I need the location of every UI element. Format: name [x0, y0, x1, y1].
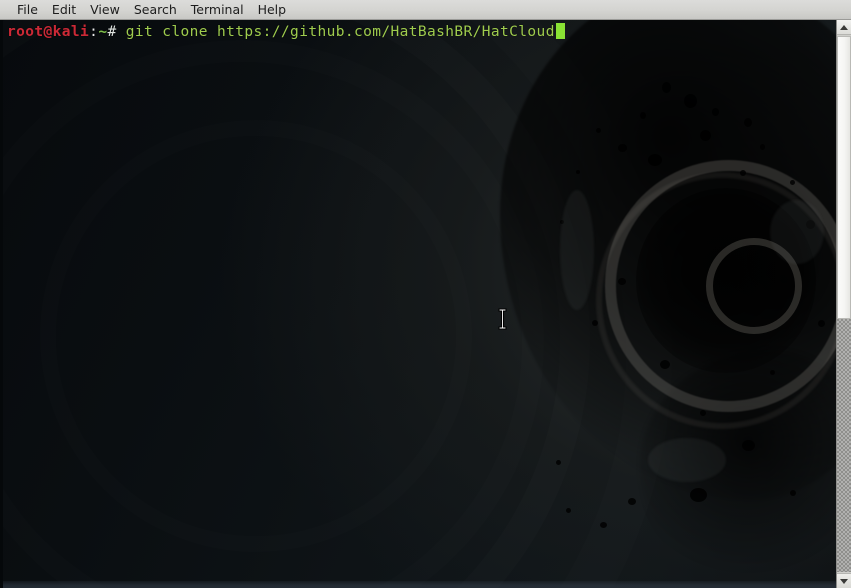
mouse-ibeam-cursor [498, 308, 507, 330]
wallpaper-speck [662, 82, 671, 93]
prompt-user-host: root@kali [7, 24, 90, 40]
menu-edit[interactable]: Edit [45, 1, 83, 19]
wallpaper-speck [744, 118, 752, 127]
prompt-colon: : [89, 24, 99, 40]
scrollbar-trough[interactable] [837, 319, 851, 572]
terminal-scrollbar[interactable] [836, 20, 851, 588]
terminal-left-edge [0, 20, 3, 588]
wallpaper-ink-blob-2 [640, 350, 836, 580]
wallpaper-highlight [770, 200, 824, 264]
wallpaper-highlight [560, 190, 594, 310]
wallpaper-speck [712, 108, 719, 116]
wallpaper-speck [576, 170, 580, 174]
wallpaper-speck [740, 170, 746, 176]
wallpaper-speck [556, 460, 561, 465]
menu-view[interactable]: View [83, 1, 127, 19]
command-text: git clone https://github.com/HatBashBR/H… [116, 24, 555, 40]
scroll-up-arrow-icon[interactable] [837, 20, 851, 35]
wallpaper-speck [790, 490, 796, 496]
menu-file[interactable]: File [10, 1, 45, 19]
wallpaper-speck [618, 144, 627, 152]
prompt-sigil: # [107, 24, 117, 40]
wallpaper-speck [684, 94, 697, 108]
menu-bar: File Edit View Search Terminal Help [0, 0, 851, 20]
wallpaper-speck [760, 144, 765, 150]
wallpaper-speck [596, 128, 601, 133]
wallpaper-ink-blob [500, 20, 836, 500]
scrollbar-thumb[interactable] [837, 36, 851, 319]
wallpaper-speck [648, 154, 662, 166]
wallpaper-background [0, 20, 836, 588]
scroll-up-triangle-icon [840, 24, 848, 30]
wallpaper-speck [806, 220, 815, 229]
wallpaper-arc-3 [0, 40, 544, 588]
wallpaper-speck [560, 220, 564, 224]
wallpaper-ring-outer-glow [596, 172, 836, 429]
wallpaper-speck [700, 130, 711, 141]
wallpaper-ring-small [706, 238, 802, 334]
scroll-down-arrow-icon[interactable] [837, 573, 851, 588]
wallpaper-speck [592, 320, 598, 326]
wallpaper-speck [790, 180, 795, 185]
wallpaper-speck [600, 522, 607, 528]
wallpaper-speck [690, 488, 707, 502]
wallpaper-speck [628, 498, 636, 505]
wallpaper-speck [742, 440, 755, 451]
wallpaper-ring-large [605, 160, 836, 412]
prompt-line: root@kali:~# git clone https://github.co… [7, 23, 565, 41]
wallpaper-speck [640, 112, 646, 119]
wallpaper-arc-1 [0, 20, 672, 588]
wallpaper-arc-4 [40, 120, 472, 552]
wallpaper-speck [770, 370, 775, 375]
wallpaper-speck [818, 320, 825, 327]
scroll-down-triangle-icon [840, 578, 848, 584]
wallpaper-arc-2 [0, 20, 590, 588]
menu-search[interactable]: Search [127, 1, 184, 19]
wallpaper-speck [618, 278, 626, 285]
terminal-window: File Edit View Search Terminal Help root… [0, 0, 851, 588]
wallpaper-bottom-strip [0, 581, 836, 588]
wallpaper-highlight [648, 438, 726, 482]
menu-terminal[interactable]: Terminal [184, 1, 251, 19]
wallpaper-dark-core [636, 188, 816, 373]
wallpaper-speck [660, 360, 670, 369]
text-cursor-block [555, 23, 565, 39]
menu-help[interactable]: Help [251, 1, 294, 19]
wallpaper-speck [700, 410, 706, 416]
wallpaper-speck [566, 508, 571, 513]
terminal-output-area[interactable]: root@kali:~# git clone https://github.co… [0, 20, 836, 588]
